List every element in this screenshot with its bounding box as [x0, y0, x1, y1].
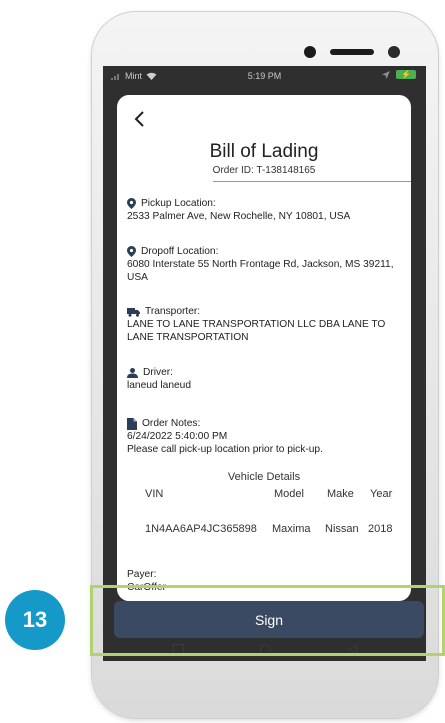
tutorial-highlight-box [90, 585, 445, 656]
sensor-icon [388, 46, 400, 58]
order-notes-text: Please call pick-up location prior to pi… [127, 444, 323, 455]
year-cell: 2018 [368, 523, 393, 535]
order-notes-section: Order Notes: 6/24/2022 5:40:00 PM Please… [127, 417, 407, 456]
dropoff-section: Dropoff Location: 6080 Interstate 55 Nor… [127, 245, 407, 284]
page-title: Bill of Lading [209, 141, 319, 162]
speaker-grille [330, 49, 374, 55]
user-icon [127, 367, 138, 378]
title-divider [213, 181, 411, 182]
truck-icon [127, 307, 140, 317]
model-cell: Maxima [272, 523, 311, 535]
order-id: Order ID: T-138148165 [212, 165, 316, 176]
pickup-address: 2533 Palmer Ave, New Rochelle, NY 10801,… [127, 211, 351, 222]
document-icon [127, 417, 137, 430]
column-year: Year [370, 488, 393, 500]
pickup-section: Pickup Location: 2533 Palmer Ave, New Ro… [127, 197, 407, 223]
order-notes-label: Order Notes: [142, 418, 201, 429]
payer-label: Payer: [127, 569, 157, 580]
step-number-badge: 13 [5, 590, 65, 650]
transporter-section: Transporter: LANE TO LANE TRANSPORTATION… [127, 305, 407, 344]
order-notes-date: 6/24/2022 5:40:00 PM [127, 431, 228, 442]
column-model: Model [274, 488, 304, 500]
vehicle-details-title: Vehicle Details [227, 471, 301, 483]
status-bar: Mint 5:19 PM ⚡ [103, 66, 426, 88]
transporter-name: LANE TO LANE TRANSPORTATION LLC DBA LANE… [127, 319, 386, 343]
driver-name: laneud laneud [127, 380, 192, 391]
battery-charging-icon: ⚡ [396, 70, 416, 79]
transporter-label: Transporter: [145, 306, 201, 317]
location-arrow-icon [382, 70, 390, 79]
map-pin-icon [127, 198, 136, 209]
dropoff-label: Dropoff Location: [141, 246, 219, 257]
map-pin-icon [127, 246, 136, 257]
vin-cell: 1N4AA6AP4JC365898 [145, 523, 257, 535]
camera-icon [304, 46, 316, 58]
status-time: 5:19 PM [247, 71, 282, 81]
bill-of-lading-card: Bill of Lading Order ID: T-138148165 Pic… [117, 95, 411, 601]
phone-screen: Mint 5:19 PM ⚡ Bill of Lading Order ID: … [103, 66, 426, 661]
back-chevron-icon[interactable] [130, 109, 150, 129]
pickup-label: Pickup Location: [141, 198, 216, 209]
driver-section: Driver: laneud laneud [127, 366, 407, 392]
driver-label: Driver: [143, 367, 173, 378]
make-cell: Nissan [325, 523, 359, 535]
dropoff-address: 6080 Interstate 55 North Frontage Rd, Ja… [127, 259, 394, 283]
column-vin: VIN [145, 488, 164, 500]
column-make: Make [327, 488, 354, 500]
